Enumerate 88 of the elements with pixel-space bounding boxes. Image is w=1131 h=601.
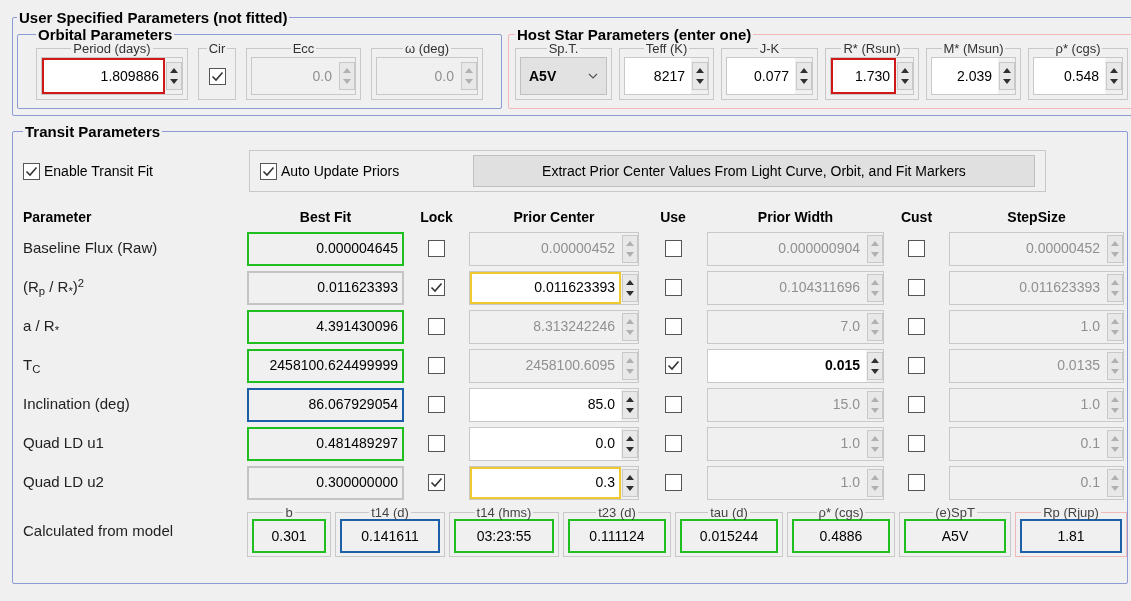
calculated-label: Calculated from model (23, 521, 175, 542)
field-label: Ecc (291, 42, 316, 55)
field-label: ω (deg) (403, 42, 451, 55)
column-header: Prior Center (512, 207, 596, 227)
value-box: 4.391430096 (247, 309, 404, 344)
checkbox[interactable] (664, 279, 682, 296)
spin-field[interactable]: 1.730 (831, 58, 896, 94)
checkbox[interactable] (664, 396, 682, 413)
field-label: ρ* (cgs) (817, 506, 865, 519)
value-box: 0.015244 (680, 519, 778, 553)
value-box: 0.300000000 (247, 465, 404, 500)
spinner-buttons[interactable] (622, 273, 638, 302)
checkbox[interactable] (428, 435, 445, 452)
checkbox[interactable] (23, 162, 40, 180)
field-label: J-K (758, 42, 781, 55)
value-box: 1.81 (1020, 519, 1122, 553)
checkbox[interactable] (428, 318, 445, 335)
checkbox[interactable] (664, 318, 682, 335)
checkbox[interactable] (260, 162, 277, 180)
field-label: R* (Rsun) (842, 42, 902, 55)
column-header: StepSize (1006, 207, 1067, 227)
value-box: 0.111124 (568, 519, 666, 553)
checkbox[interactable] (428, 396, 445, 413)
parameter-label: Baseline Flux (Raw) (23, 238, 159, 259)
checkbox[interactable] (428, 474, 445, 491)
checkbox[interactable] (428, 279, 445, 296)
parameter-label: Quad LD u1 (23, 433, 105, 454)
checkbox[interactable] (664, 357, 682, 374)
column-header: Use (659, 207, 687, 227)
field-label: M* (Msun) (942, 42, 1005, 55)
checkbox[interactable] (428, 240, 445, 257)
value-box: 0.011623393 (247, 270, 404, 305)
field-label: Rp (Rjup) (1042, 506, 1100, 519)
field-label: Period (days) (72, 42, 152, 55)
field-label: t23 (d) (597, 506, 637, 519)
checkbox[interactable] (664, 435, 682, 452)
checkbox[interactable] (908, 474, 925, 491)
group-label: Transit Parameters (24, 124, 162, 139)
field-label: t14 (d) (370, 506, 410, 519)
checkbox-label: Auto Update Priors (281, 161, 401, 181)
checkbox[interactable] (908, 240, 925, 257)
field-label: b (284, 506, 294, 519)
checkbox-label: Enable Transit Fit (44, 161, 153, 181)
field-label: ρ* (cgs) (1054, 42, 1102, 55)
value-box: 0.4886 (792, 519, 890, 553)
spinner-buttons[interactable] (622, 468, 638, 497)
field-label: t14 (hms) (475, 506, 533, 519)
group-label: Orbital Parameters (37, 27, 174, 42)
checkbox[interactable] (664, 474, 682, 491)
column-header: Parameter (23, 207, 93, 227)
checkbox[interactable] (664, 240, 682, 257)
checkbox[interactable] (908, 279, 925, 296)
extract-button[interactable]: Extract Prior Center Values From Light Curve, Orbit, and Fit Markers (473, 155, 1035, 187)
field-label: tau (d) (709, 506, 749, 519)
spinner-buttons[interactable] (897, 62, 913, 90)
field-label: Cir (207, 42, 227, 55)
spin-field[interactable]: 1.809886 (42, 58, 165, 94)
spinner-buttons[interactable] (166, 62, 182, 90)
value-box: 03:23:55 (454, 519, 554, 553)
column-header: Lock (419, 207, 454, 227)
value-box: 0.481489297 (247, 426, 404, 461)
checkbox[interactable] (908, 396, 925, 413)
checkbox[interactable] (208, 67, 226, 85)
checkbox[interactable] (908, 357, 925, 374)
parameter-label: T$_{C}$ (23, 355, 42, 377)
column-header: Prior Width (756, 207, 835, 227)
parameter-label: (R$_{p}$ / R$_{*}$)$^{2}$ (23, 276, 86, 299)
chevron-down-icon (588, 73, 598, 79)
checkbox[interactable] (428, 357, 445, 374)
dropdown[interactable]: A5V (520, 57, 607, 95)
field-label: Sp.T. (547, 42, 580, 55)
parameter-label: Quad LD u2 (23, 472, 105, 493)
checkbox[interactable] (908, 435, 925, 452)
field-label: (e)SpT (934, 506, 976, 519)
value-box: 0.000004645 (247, 231, 404, 266)
spin-field[interactable]: 0.3 (470, 466, 621, 499)
group-label: User Specified Parameters (not fitted) (18, 10, 289, 25)
parameter-label: Inclination (deg) (23, 394, 131, 415)
column-header: Cust (899, 207, 934, 227)
value-box: 0.301 (252, 519, 326, 553)
value-box: A5V (904, 519, 1006, 553)
column-header: Best Fit (298, 207, 353, 227)
value-box: 86.067929054 (247, 387, 404, 422)
spin-field[interactable]: 0.011623393 (470, 271, 621, 304)
parameter-label: a / R$_{*}$ (23, 316, 61, 338)
checkbox[interactable] (908, 318, 925, 335)
value-box: 2458100.624499999 (247, 348, 404, 383)
value-box: 0.141611 (340, 519, 440, 553)
